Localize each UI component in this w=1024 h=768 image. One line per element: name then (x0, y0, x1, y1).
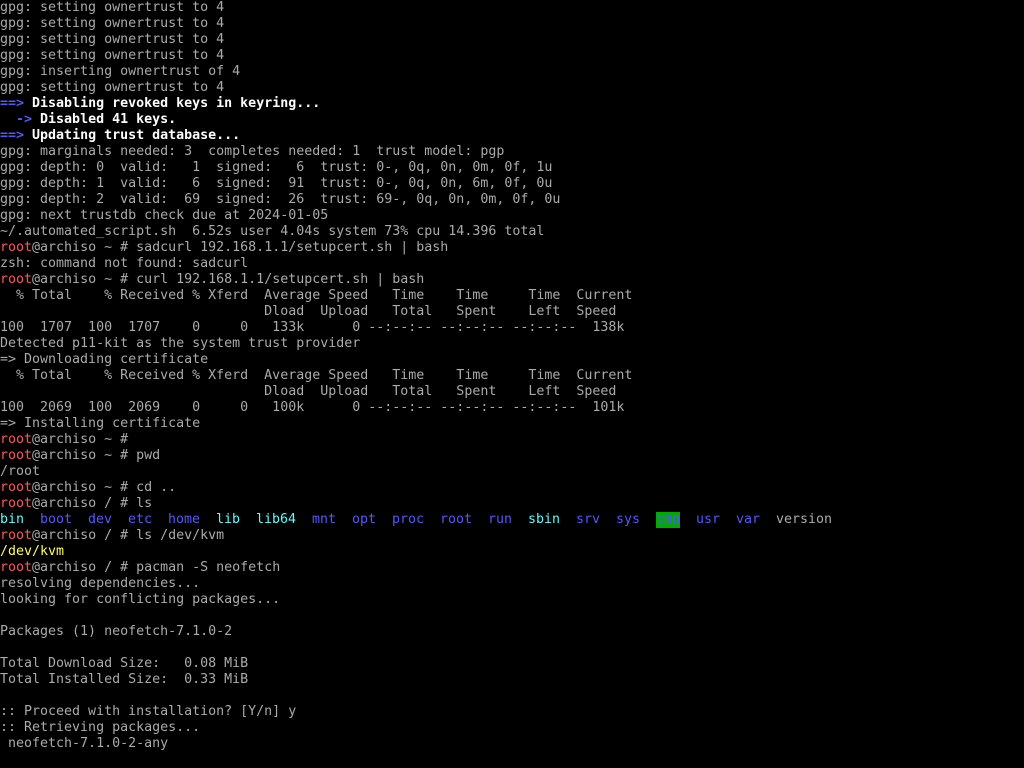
output-line: :: Retrieving packages... (0, 720, 201, 735)
output-line-disabled: -> Disabled 41 keys. (0, 112, 1024, 128)
ls-entry-lib: lib (216, 512, 241, 527)
command-text: / # pacman -S neofetch (96, 560, 281, 575)
ls-entry-tmp: tmp (656, 512, 681, 528)
ls-entry-dev: dev (88, 512, 113, 527)
command-text: ~ # (96, 432, 129, 447)
command-line: root@archiso ~ # (0, 432, 1024, 448)
output-line: % Total % Received % Xferd Average Speed… (0, 368, 633, 383)
output-line: Detected p11-kit as the system trust pro… (0, 336, 361, 351)
command-line: root@archiso ~ # cd .. (0, 480, 1024, 496)
ls-entry-usr: usr (696, 512, 721, 527)
prompt-user: root (0, 240, 33, 255)
output-line: => Downloading certificate (0, 352, 209, 367)
status-text: Disabled 41 keys. (32, 112, 177, 127)
ls-entry-mnt: mnt (312, 512, 337, 527)
output-line: /root (0, 464, 41, 479)
output-line: Packages (1) neofetch-7.1.0-2 (0, 624, 233, 639)
status-text: Disabling revoked keys in keyring... (24, 96, 321, 111)
output-line: => Installing certificate (0, 416, 201, 431)
prompt-user: root (0, 480, 33, 495)
ls-entry-sbin: sbin (528, 512, 561, 527)
output-line: gpg: marginals needed: 3 completes neede… (0, 144, 505, 159)
output-line-disabling: ==> Disabling revoked keys in keyring... (0, 96, 1024, 112)
ls-entry-boot: boot (40, 512, 73, 527)
output-line: looking for conflicting packages... (0, 592, 281, 607)
command-line: root@archiso ~ # pwd (0, 448, 1024, 464)
output-line: Dload Upload Total Spent Left Speed (0, 304, 617, 319)
output-line: gpg: depth: 0 valid: 1 signed: 6 trust: … (0, 160, 553, 175)
output-line: gpg: setting ownertrust to 4 (0, 48, 225, 63)
prompt-user: root (0, 496, 33, 511)
command-text: ~ # curl 192.168.1.1/setupcert.sh | bash (96, 272, 425, 287)
prompt-host: @archiso (32, 496, 97, 511)
command-text: ~ # cd .. (96, 480, 177, 495)
prompt-user: root (0, 448, 33, 463)
command-text: / # ls /dev/kvm (96, 528, 225, 543)
output-line: gpg: depth: 2 valid: 69 signed: 26 trust… (0, 192, 561, 207)
prompt-host: @archiso (32, 528, 97, 543)
arrow-marker: ==> (0, 96, 25, 111)
prompt-host: @archiso (32, 448, 97, 463)
command-line: root@archiso / # pacman -S neofetch (0, 560, 1024, 576)
output-line: gpg: setting ownertrust to 4 (0, 16, 225, 31)
command-text: ~ # sadcurl 192.168.1.1/setupcert.sh | b… (96, 240, 449, 255)
arrow-marker: ==> (0, 128, 25, 143)
output-line: zsh: command not found: sadcurl (0, 256, 249, 271)
ls-entry-etc: etc (128, 512, 153, 527)
ls-entry-lib64: lib64 (256, 512, 297, 527)
output-line: gpg: inserting ownertrust of 4 (0, 64, 241, 79)
output-line-kvm: /dev/kvm (0, 544, 65, 559)
arrow-marker: -> (0, 112, 33, 127)
output-line: 100 2069 100 2069 0 0 100k 0 --:--:-- --… (0, 400, 625, 415)
ls-entry-opt: opt (352, 512, 377, 527)
prompt-host: @archiso (32, 272, 97, 287)
status-text: Updating trust database... (24, 128, 241, 143)
prompt-user: root (0, 528, 33, 543)
prompt-user: root (0, 272, 33, 287)
output-line: gpg: next trustdb check due at 2024-01-0… (0, 208, 329, 223)
command-line: root@archiso ~ # curl 192.168.1.1/setupc… (0, 272, 1024, 288)
ls-output-line: bin boot dev etc home lib lib64 mnt opt proc root r… (0, 512, 1024, 528)
output-line: gpg: setting ownertrust to 4 (0, 0, 225, 15)
terminal-window[interactable]: gpg: setting ownertrust to 4 gpg: settin… (0, 0, 1024, 768)
command-line: root@archiso ~ # sadcurl 192.168.1.1/set… (0, 240, 1024, 256)
output-line: gpg: depth: 1 valid: 6 signed: 91 trust:… (0, 176, 553, 191)
command-text: ~ # pwd (96, 448, 161, 463)
output-line: ~/.automated_script.sh 6.52s user 4.04s … (0, 224, 545, 239)
ls-entry-root: root (440, 512, 473, 527)
prompt-host: @archiso (32, 480, 97, 495)
output-line: resolving dependencies... (0, 576, 201, 591)
prompt-user: root (0, 432, 33, 447)
output-line-updating: ==> Updating trust database... (0, 128, 1024, 144)
output-line: Dload Upload Total Spent Left Speed (0, 384, 617, 399)
ls-entry-sys: sys (616, 512, 641, 527)
ls-entry-home: home (168, 512, 201, 527)
ls-entry-run: run (488, 512, 513, 527)
prompt-user: root (0, 560, 33, 575)
ls-entry-srv: srv (576, 512, 601, 527)
output-line: :: Proceed with installation? [Y/n] y (0, 704, 297, 719)
prompt-host: @archiso (32, 560, 97, 575)
ls-entry-version: version (776, 512, 833, 527)
output-line: Total Installed Size: 0.33 MiB (0, 672, 249, 687)
output-line: % Total % Received % Xferd Average Speed… (0, 288, 633, 303)
ls-entry-proc: proc (392, 512, 425, 527)
output-line: neofetch-7.1.0-2-any (0, 736, 169, 751)
command-text: / # ls (96, 496, 153, 511)
command-line: root@archiso / # ls (0, 496, 1024, 512)
command-line: root@archiso / # ls /dev/kvm (0, 528, 1024, 544)
prompt-host: @archiso (32, 432, 97, 447)
ls-entry-bin: bin (0, 512, 25, 527)
output-line: gpg: setting ownertrust to 4 (0, 32, 225, 47)
output-line: 100 1707 100 1707 0 0 133k 0 --:--:-- --… (0, 320, 625, 335)
output-line: gpg: setting ownertrust to 4 (0, 80, 225, 95)
output-line: Total Download Size: 0.08 MiB (0, 656, 249, 671)
ls-entry-var: var (736, 512, 761, 527)
prompt-host: @archiso (32, 240, 97, 255)
